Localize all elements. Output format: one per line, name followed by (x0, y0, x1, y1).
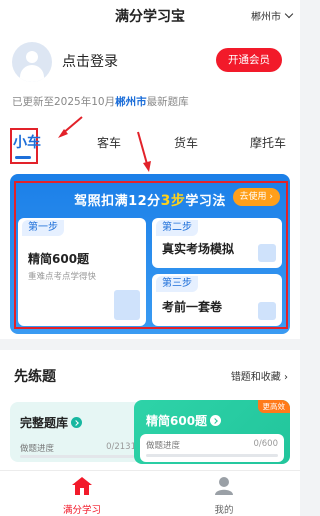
full-bank-progress-value: 0/2131 (106, 442, 136, 452)
nav-mine-label: 我的 (214, 505, 234, 516)
full-bank-total: 2131 (114, 442, 136, 452)
full-bank-card[interactable]: 完整题库 做题进度 0/2131 (10, 402, 144, 462)
wrong-and-favorites-link[interactable]: 错题和收藏 › (231, 368, 288, 383)
update-suffix: 最新题库 (146, 96, 189, 108)
simplified-bank-total: 600 (261, 439, 278, 449)
bottom-navigation: 满分学习 我的 (0, 470, 300, 516)
method-highlight-frame (14, 181, 288, 329)
efficient-badge: 更高效 (257, 400, 290, 413)
profile-icon (215, 477, 233, 495)
simplified-bank-done: 0 (253, 439, 259, 449)
practice-title: 先练题 (14, 369, 56, 385)
tab-bus[interactable]: 客车 (97, 134, 121, 151)
nav-mine[interactable]: 我的 (194, 476, 254, 516)
arrow-right-icon (210, 415, 222, 426)
update-city: 郴州市 (115, 96, 147, 108)
avatar-head (26, 51, 38, 63)
update-notice: 已更新至2025年10月郴州市最新题库 (12, 94, 189, 109)
tab-car[interactable]: 小车 (13, 132, 41, 152)
full-bank-progress-label: 做题进度 (20, 444, 55, 454)
open-vip-button[interactable]: 开通会员 (216, 48, 282, 72)
simplified-bank-title: 精简600题 (146, 412, 222, 429)
tab-truck[interactable]: 货车 (174, 134, 198, 151)
wrong-and-favorites-label: 错题和收藏 (230, 372, 281, 383)
simplified-bank-progress-label: 做题进度 (146, 441, 181, 451)
annotation-arrow-icon (137, 131, 151, 172)
chevron-down-icon (284, 9, 294, 19)
tab-motorcycle[interactable]: 摩托车 (250, 134, 286, 151)
nav-study-label: 满分学习 (62, 505, 101, 516)
app-header: 满分学习宝 郴州市 (0, 0, 300, 34)
tab-active-indicator (15, 156, 31, 159)
city-label: 郴州市 (251, 12, 281, 23)
avatar[interactable] (12, 42, 52, 82)
full-bank-done: 0 (106, 442, 112, 452)
nav-study[interactable]: 满分学习 (52, 476, 112, 516)
simplified-bank-label: 精简600题 (146, 414, 208, 428)
login-link[interactable]: 点击登录 (62, 51, 118, 71)
simplified-bank-progress-track (146, 454, 278, 457)
city-selector[interactable]: 郴州市 (251, 8, 294, 23)
annotation-arrow-icon (58, 116, 83, 138)
full-bank-progress-track (20, 455, 134, 458)
full-bank-title: 完整题库 (20, 414, 83, 431)
avatar-body (20, 65, 44, 82)
home-icon (72, 477, 92, 495)
simplified-bank-card[interactable]: 更高效 精简600题 做题进度 0/600 (134, 400, 290, 464)
arrow-right-icon (71, 417, 83, 428)
simplified-bank-progress-value: 0/600 (253, 439, 278, 449)
update-prefix: 已更新至2025年10月 (12, 96, 116, 108)
full-bank-label: 完整题库 (20, 416, 69, 430)
practice-section: 先练题 错题和收藏 › 完整题库 做题进度 0/2131 更高效 精简600题 … (0, 350, 300, 470)
simplified-bank-progress-panel: 做题进度 0/600 (140, 434, 284, 462)
